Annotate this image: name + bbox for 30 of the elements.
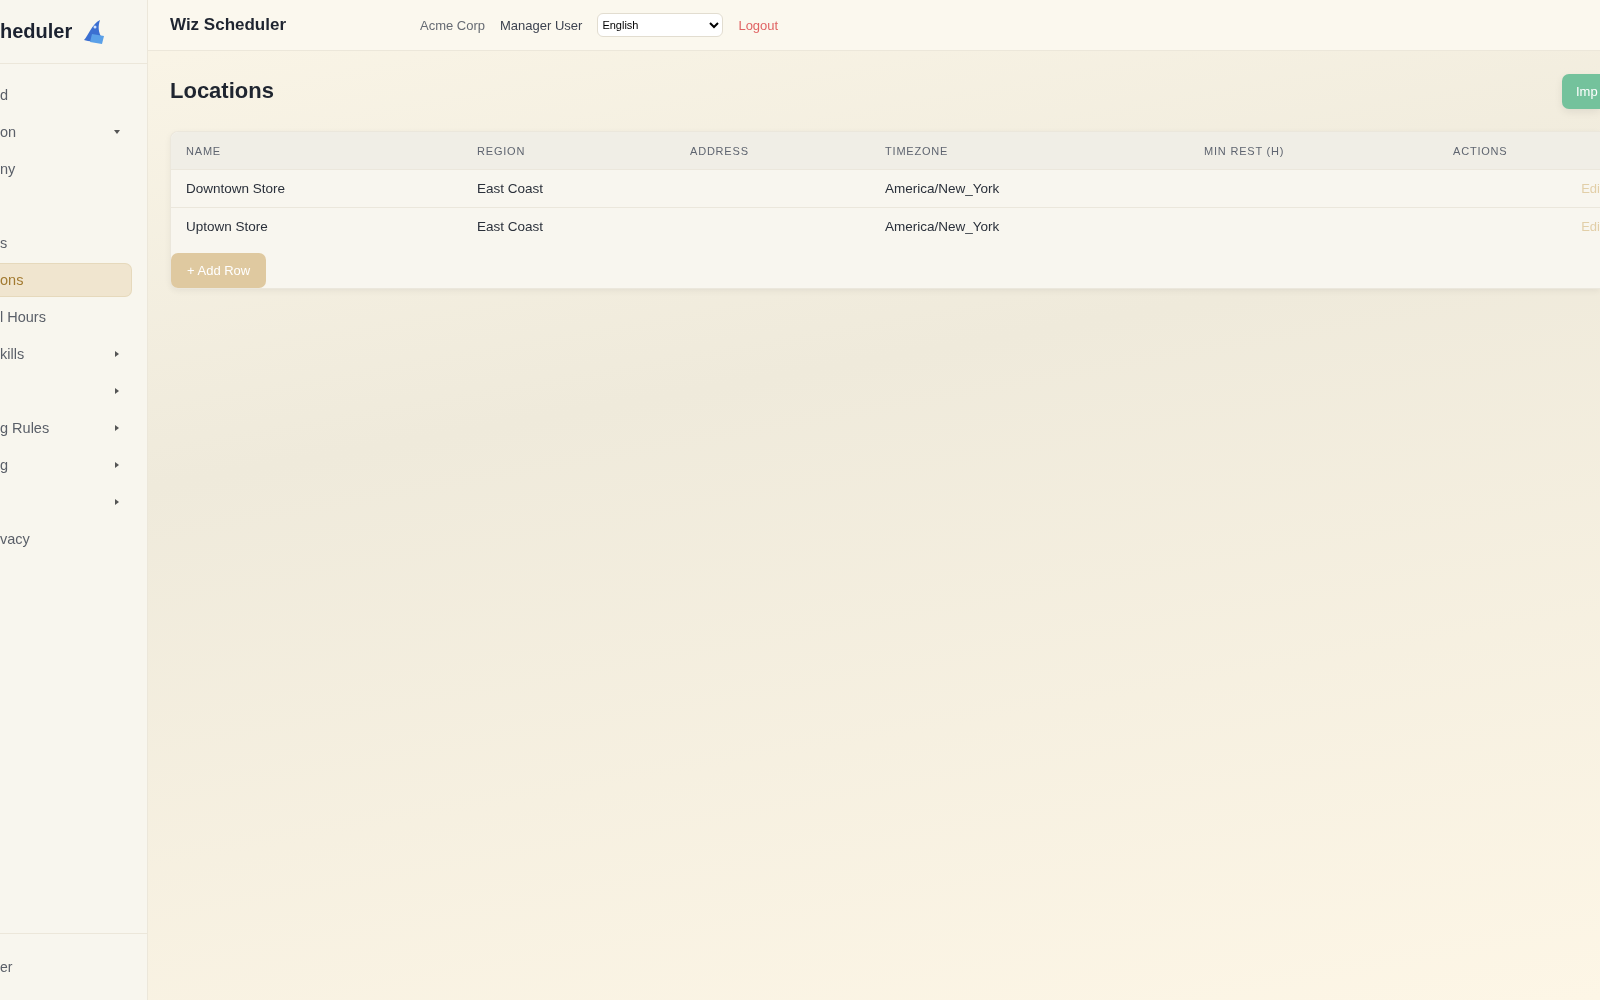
app-title: Wiz Scheduler	[170, 15, 288, 35]
column-header: REGION	[476, 144, 527, 157]
table-cell-text: Downtown Store	[185, 181, 287, 196]
sidebar-item[interactable]: d	[0, 78, 132, 112]
logout-link[interactable]: Logout	[738, 17, 779, 33]
sidebar-item[interactable]: s	[0, 226, 132, 260]
sidebar-item[interactable]: ons	[0, 263, 132, 297]
column-header: NAME	[185, 144, 222, 157]
company-name: Acme Corp	[420, 17, 486, 33]
table-cell-text: East Coast	[476, 219, 545, 234]
column-header: TIMEZONE	[884, 144, 950, 157]
column-header: ACTIONS	[1452, 144, 1509, 157]
sidebar-footer-text: er	[0, 959, 13, 975]
table-cell-text: East Coast	[476, 181, 545, 196]
user-name: Manager User	[500, 17, 583, 33]
page-title: Locations	[170, 78, 274, 104]
sidebar-item[interactable]: kills	[0, 337, 132, 371]
sidebar-item[interactable]: on	[0, 115, 132, 149]
column-header: ADDRESS	[689, 144, 750, 157]
table-cell-text: America/New_York	[884, 181, 1001, 196]
sidebar-item[interactable]: vacy	[0, 522, 132, 556]
column-header: MIN REST (H)	[1203, 144, 1286, 157]
table-cell-text: Uptown Store	[185, 219, 269, 234]
sidebar-item[interactable]: ny	[0, 152, 132, 186]
language-select[interactable]: English	[597, 13, 724, 37]
sidebar-item[interactable]: g	[0, 448, 132, 482]
sidebar-item[interactable]: g Rules	[0, 411, 132, 445]
app-logo-text: heduler	[0, 20, 73, 43]
sidebar-item[interactable]: l Hours	[0, 300, 132, 334]
table-cell-text: America/New_York	[884, 219, 1001, 234]
